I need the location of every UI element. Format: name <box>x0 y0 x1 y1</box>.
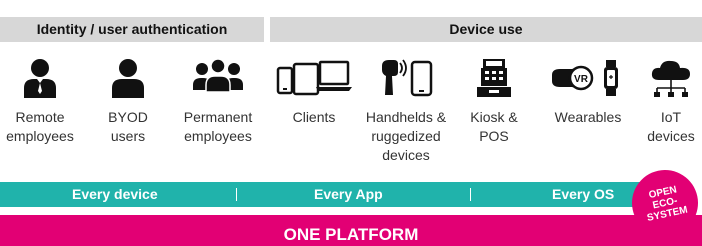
identity-header: Identity / user authentication <box>0 17 264 42</box>
kiosk-label-line2: POS <box>479 128 509 144</box>
bar-separator <box>236 188 237 201</box>
handhelds-label-line1: Handhelds & <box>365 109 447 125</box>
byod-label-line1: BYOD <box>108 109 148 125</box>
permanent-label-line2: employees <box>184 128 252 144</box>
person-icon <box>112 59 144 98</box>
vr-headset-smartwatch-icon: VR <box>552 60 618 96</box>
group-of-people-icon <box>193 58 243 93</box>
permanent-employees-item: Permanent employees <box>172 58 264 146</box>
permanent-label-line1: Permanent <box>183 109 253 125</box>
iot-devices-item: IoT devices <box>640 58 702 146</box>
handhelds-item: Handhelds & ruggedized devices <box>358 58 454 165</box>
phone-tablet-laptop-icon <box>276 60 352 96</box>
bar-separator <box>470 188 471 201</box>
clients-item: Clients <box>272 58 356 127</box>
iot-label-line1: IoT <box>660 109 682 125</box>
remote-label-line1: Remote <box>15 109 65 125</box>
clients-label: Clients <box>292 109 336 125</box>
device-use-header: Device use <box>270 17 702 42</box>
byod-users-item: BYOD users <box>98 58 158 146</box>
wearables-label: Wearables <box>554 109 622 125</box>
cash-register-icon <box>477 59 511 97</box>
remote-employees-item: Remote employees <box>4 58 76 146</box>
cloud-network-icon <box>651 60 690 97</box>
every-device-label: Every device <box>72 186 158 202</box>
handhelds-label-line2: ruggedized <box>371 128 441 144</box>
vr-label: VR <box>574 74 589 85</box>
every-os-label: Every OS <box>552 186 615 202</box>
iot-label-line2: devices <box>647 128 695 144</box>
one-platform-bar: ONE PLATFORM <box>0 215 702 246</box>
wearables-item: VR Wearables <box>548 58 628 127</box>
every-app-label: Every App <box>314 186 383 202</box>
remote-label-line2: employees <box>6 128 74 144</box>
byod-label-line2: users <box>110 128 146 144</box>
every-device-app-os-bar: Every device Every App Every OS <box>0 182 640 207</box>
handhelds-label-line3: devices <box>382 147 430 163</box>
kiosk-label-line1: Kiosk & <box>470 109 518 125</box>
kiosk-pos-item: Kiosk & POS <box>460 58 528 146</box>
scanner-and-phone-icon <box>382 59 433 97</box>
business-person-icon <box>24 59 56 98</box>
